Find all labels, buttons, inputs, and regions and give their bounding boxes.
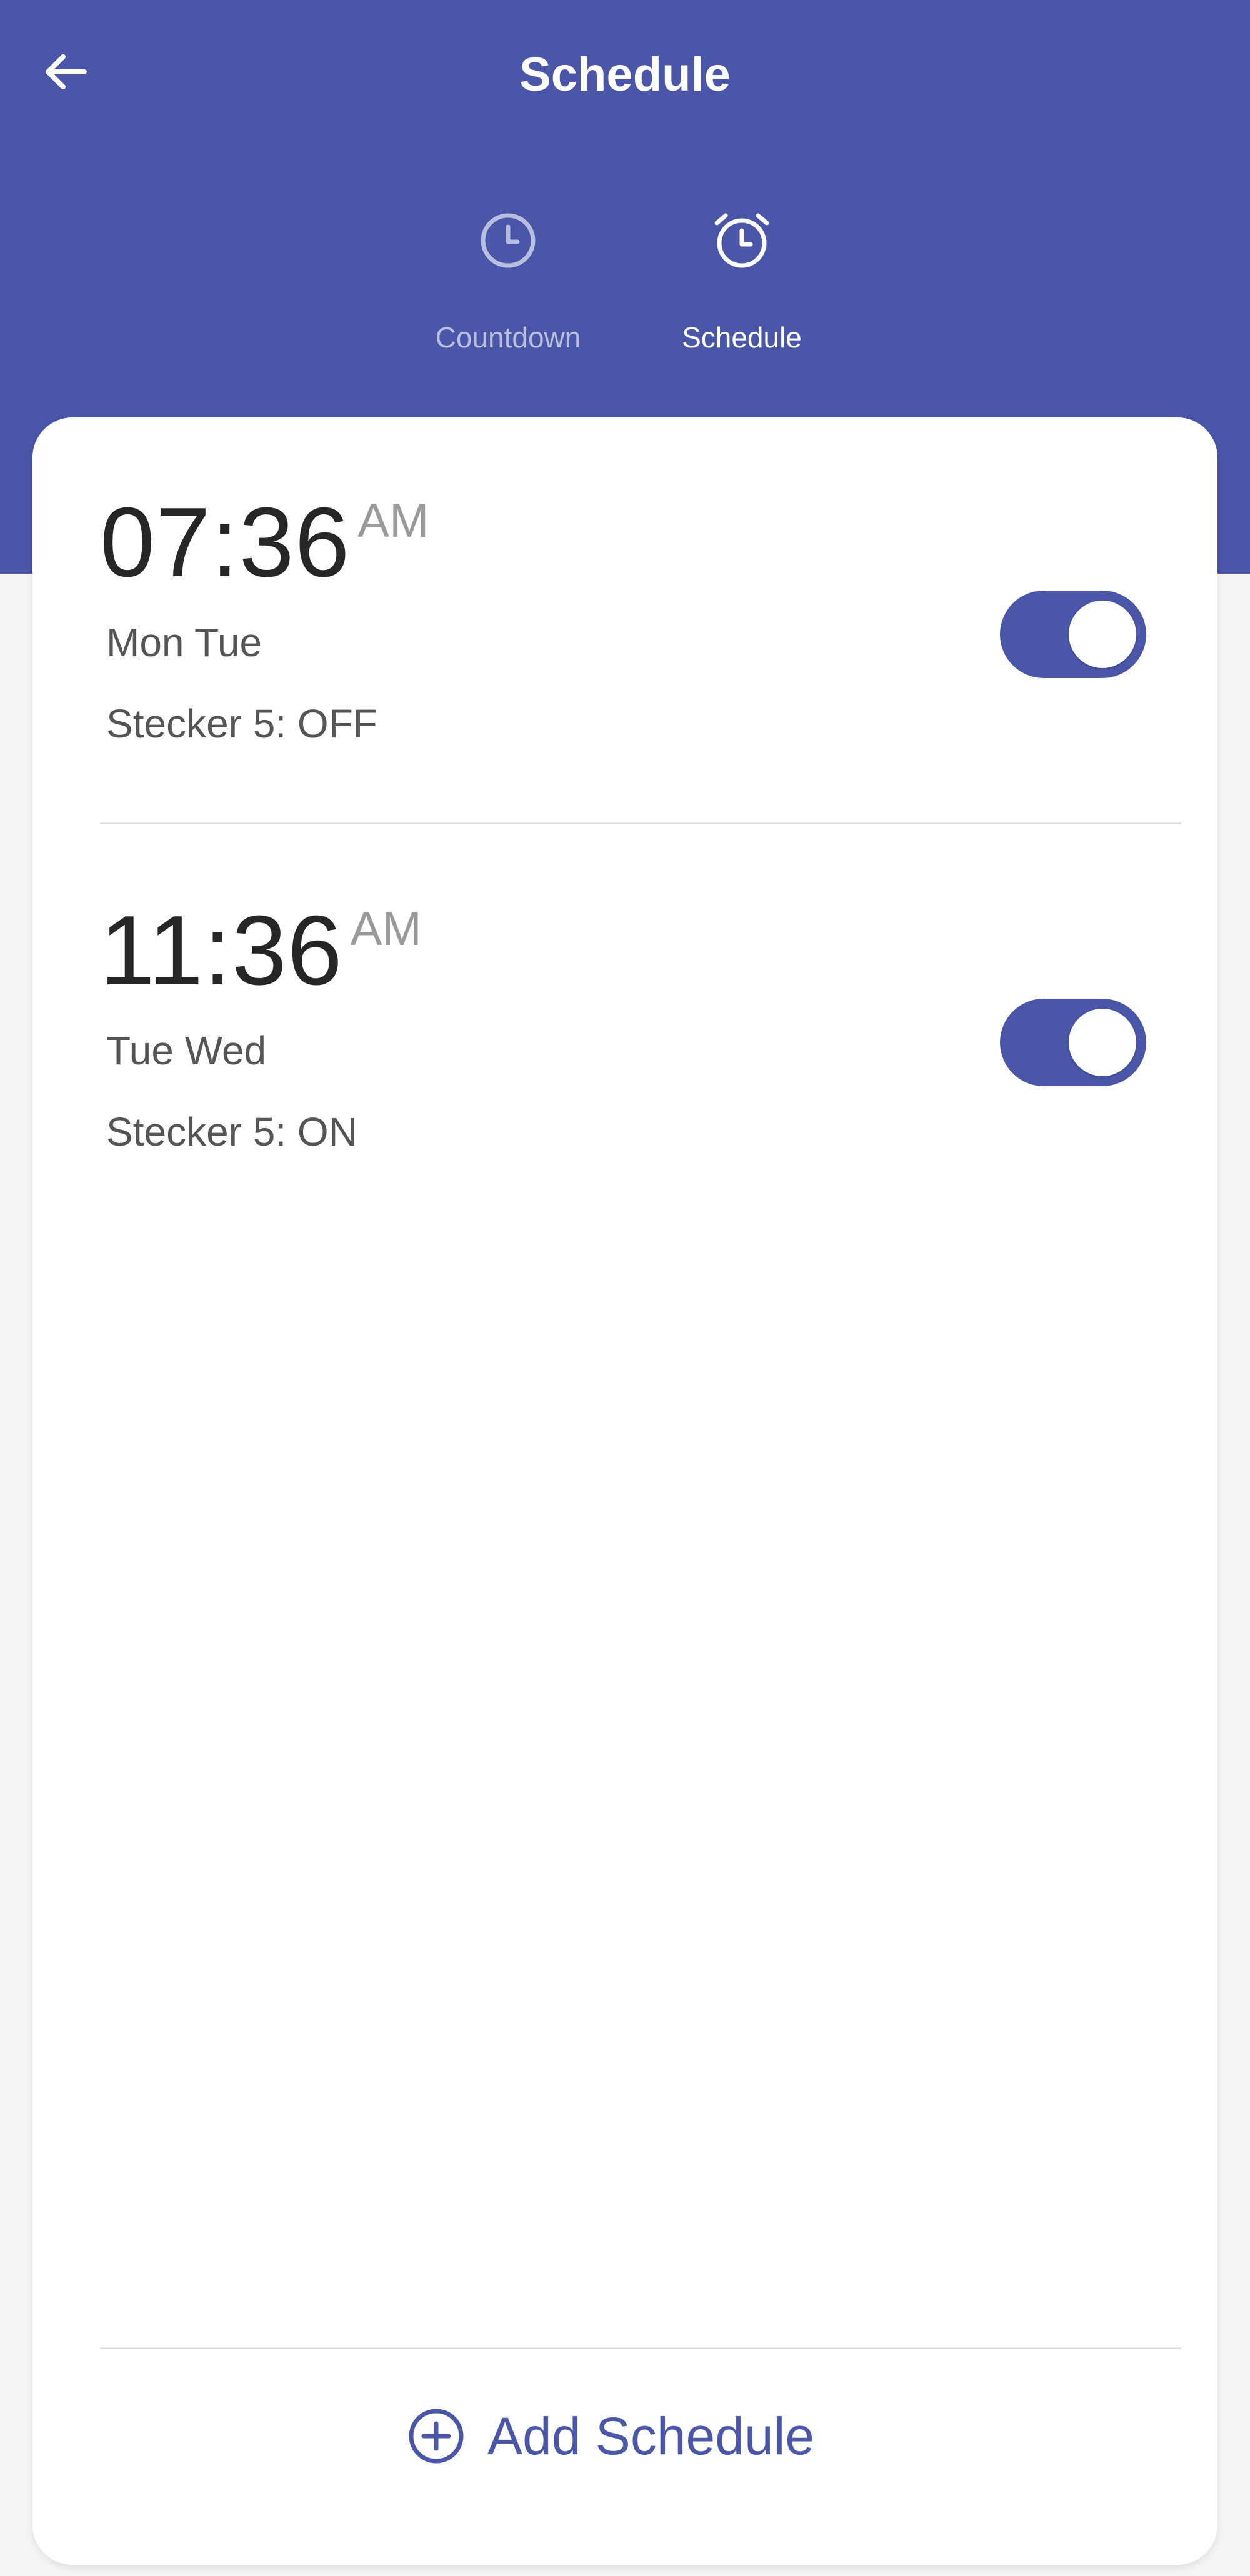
tab-schedule[interactable]: Schedule bbox=[617, 200, 867, 381]
divider bbox=[100, 2347, 1181, 2349]
schedule-time-row: 07:36 AM bbox=[100, 489, 429, 596]
add-schedule-label: Add Schedule bbox=[488, 2407, 815, 2465]
add-schedule-button[interactable]: Add Schedule bbox=[406, 2386, 814, 2486]
schedule-time: 07:36 bbox=[100, 487, 351, 597]
schedule-days: Mon Tue bbox=[106, 620, 262, 665]
page-title: Schedule bbox=[519, 48, 731, 101]
schedule-days: Tue Wed bbox=[106, 1028, 267, 1073]
schedule-item[interactable]: 11:36 AM Tue Wed Stecker 5: ON bbox=[32, 826, 1218, 1232]
tab-label: Schedule bbox=[682, 321, 802, 354]
schedule-toggle[interactable] bbox=[1000, 999, 1146, 1086]
divider bbox=[100, 822, 1181, 824]
schedule-time-row: 11:36 AM bbox=[100, 897, 422, 1004]
toggle-knob bbox=[1069, 601, 1136, 668]
alarm-clock-icon bbox=[701, 200, 782, 281]
toggle-knob bbox=[1069, 1009, 1136, 1076]
schedule-list-card: 07:36 AM Mon Tue Stecker 5: OFF 11:36 AM… bbox=[32, 417, 1218, 2565]
schedule-ampm: AM bbox=[358, 494, 429, 547]
schedule-item[interactable]: 07:36 AM Mon Tue Stecker 5: OFF bbox=[32, 417, 1218, 824]
clock-icon bbox=[468, 200, 549, 281]
plus-circle-icon bbox=[406, 2406, 466, 2466]
tab-label: Countdown bbox=[435, 321, 581, 354]
schedule-time: 11:36 bbox=[100, 896, 343, 1006]
tab-countdown[interactable]: Countdown bbox=[383, 200, 633, 381]
schedule-toggle[interactable] bbox=[1000, 591, 1146, 678]
schedule-ampm: AM bbox=[350, 902, 422, 956]
schedule-action: Stecker 5: OFF bbox=[106, 701, 378, 746]
schedule-action: Stecker 5: ON bbox=[106, 1109, 358, 1154]
